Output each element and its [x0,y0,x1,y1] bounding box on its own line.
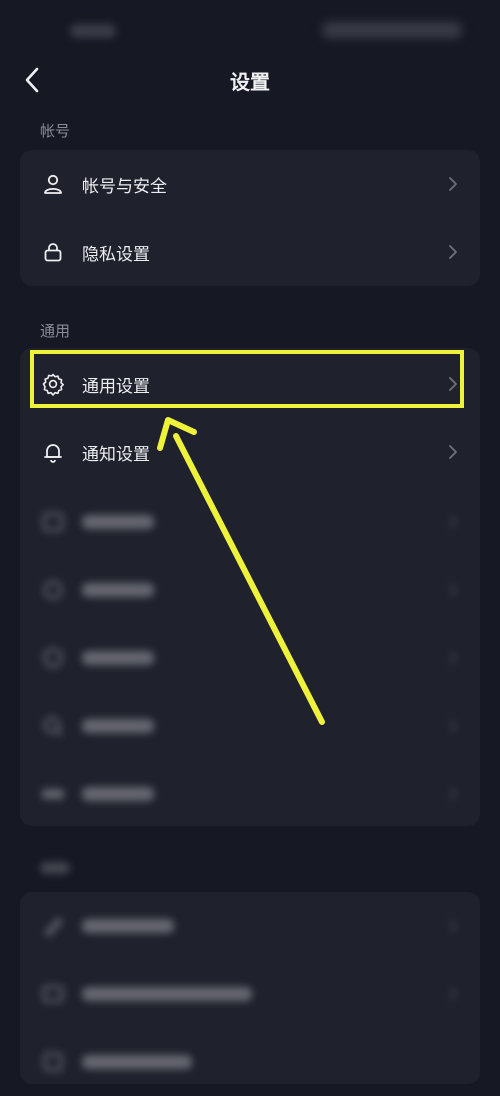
settings-item-blurred[interactable] [20,960,480,1028]
chevron-right-icon [446,512,460,532]
blurred-icon [40,1049,66,1075]
chevron-right-icon [446,716,460,736]
settings-item-blurred[interactable] [20,556,480,624]
blurred-label [82,719,154,733]
lock-icon [40,239,66,265]
bell-icon [40,439,66,465]
chevron-right-icon [446,442,460,462]
status-time-blurred [70,24,116,38]
settings-item-label: 通知设置 [82,444,150,465]
blurred-label [82,583,154,597]
settings-item-notifications[interactable]: 通知设置 [20,418,480,486]
blurred-icon [40,781,66,807]
misc-card [20,892,480,1084]
blurred-label [82,919,174,933]
settings-item-blurred[interactable] [20,892,480,960]
chevron-right-icon [446,174,460,194]
blurred-icon [40,913,66,939]
settings-item-label: 帐号与安全 [82,176,167,197]
settings-item-blurred[interactable] [20,488,480,556]
status-bar [0,0,500,60]
blurred-icon [40,713,66,739]
top-nav: 设置 [0,56,500,104]
blurred-label [82,1055,192,1069]
section-label-general: 通用 [40,322,71,340]
status-icons-blurred [322,22,462,38]
settings-item-account-security[interactable]: 帐号与安全 [20,150,480,218]
blurred-label [82,787,154,801]
chevron-right-icon [446,916,460,936]
settings-item-blurred[interactable] [20,692,480,760]
settings-item-blurred[interactable] [20,1028,480,1096]
general-card: 通用设置 通知设置 [20,348,480,826]
chevron-right-icon [446,984,460,1004]
blurred-label [82,651,154,665]
chevron-right-icon [446,648,460,668]
page-title: 设置 [230,70,270,94]
section-label-account: 帐号 [40,122,71,140]
blurred-icon [40,981,66,1007]
settings-item-blurred[interactable] [20,624,480,692]
settings-item-blurred[interactable] [20,760,480,828]
blurred-label [82,515,154,529]
person-icon [40,171,66,197]
chevron-right-icon [446,784,460,804]
blurred-icon [40,645,66,671]
settings-item-label: 隐私设置 [82,244,150,265]
blurred-icon [40,509,66,535]
chevron-right-icon [446,580,460,600]
account-card: 帐号与安全 隐私设置 [20,150,480,286]
highlight-box [30,350,464,408]
settings-item-privacy[interactable]: 隐私设置 [20,218,480,286]
blurred-label [82,987,252,1001]
chevron-right-icon [446,242,460,262]
section-label-blurred [40,862,70,874]
blurred-icon [40,577,66,603]
